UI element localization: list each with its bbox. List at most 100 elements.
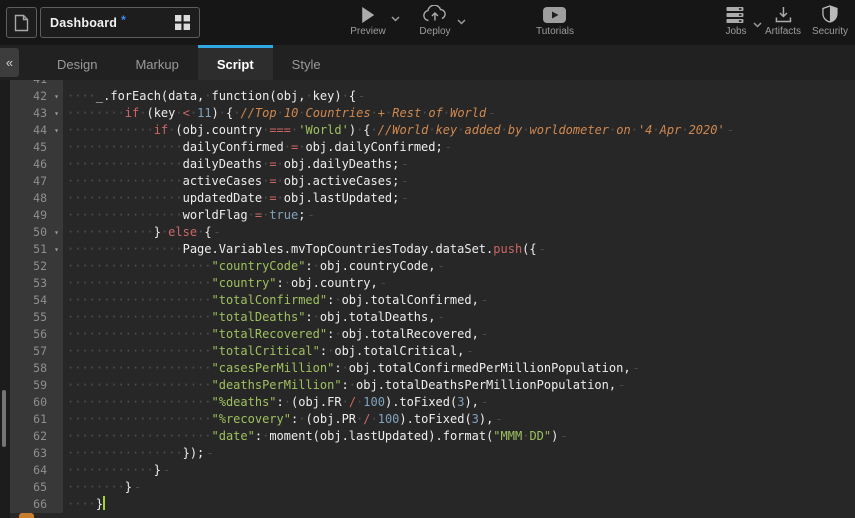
- code-text[interactable]: ········}-: [63, 479, 141, 496]
- code-text[interactable]: ····················"deathsPerMillion":·…: [63, 377, 625, 394]
- code-text[interactable]: ····················"country":·obj.count…: [63, 275, 387, 292]
- fold-arrow-icon[interactable]: ▾: [50, 224, 63, 241]
- gutter-cell[interactable]: 49: [10, 207, 63, 224]
- code-text[interactable]: ················worldFlag·=·true;-: [63, 207, 315, 224]
- deploy-button[interactable]: Deploy: [419, 4, 450, 37]
- code-text[interactable]: ····················"date":·moment(obj.l…: [63, 428, 568, 445]
- code-line[interactable]: 56····················"totalRecovered":·…: [10, 326, 855, 343]
- code-lines[interactable]: 41-42▾····_.forEach(data,·function(obj,·…: [10, 80, 855, 513]
- gutter-cell[interactable]: 44▾: [10, 122, 63, 139]
- tab-style[interactable]: Style: [273, 45, 340, 80]
- jobs-chevron-icon[interactable]: [753, 22, 762, 28]
- code-text[interactable]: ················});-: [63, 445, 214, 462]
- code-line[interactable]: 53····················"country":·obj.cou…: [10, 275, 855, 292]
- code-line[interactable]: 58····················"casesPerMillion":…: [10, 360, 855, 377]
- code-text[interactable]: ············}-: [63, 462, 170, 479]
- fold-arrow-icon[interactable]: ▾: [50, 88, 63, 105]
- gutter-cell[interactable]: 60: [10, 394, 63, 411]
- code-line[interactable]: 50▾············}·else·{-: [10, 224, 855, 241]
- fold-arrow-icon[interactable]: ▾: [50, 241, 63, 258]
- tab-script[interactable]: Script: [198, 45, 273, 80]
- gutter-cell[interactable]: 45: [10, 139, 63, 156]
- gutter-cell[interactable]: 42▾: [10, 88, 63, 105]
- code-line[interactable]: 46················dailyDeaths·=·obj.dail…: [10, 156, 855, 173]
- code-line[interactable]: 60····················"%deaths":·(obj.FR…: [10, 394, 855, 411]
- code-text[interactable]: ····}: [63, 496, 105, 513]
- code-text[interactable]: ····················"casesPerMillion":·o…: [63, 360, 640, 377]
- code-text[interactable]: ····················"totalRecovered":·ob…: [63, 326, 488, 343]
- gutter-cell[interactable]: 64: [10, 462, 63, 479]
- code-text[interactable]: ····_.forEach(data,·function(obj,·key)·{…: [63, 88, 365, 105]
- code-line[interactable]: 59····················"deathsPerMillion"…: [10, 377, 855, 394]
- gutter-cell[interactable]: 53: [10, 275, 63, 292]
- tab-markup[interactable]: Markup: [116, 45, 197, 80]
- code-line[interactable]: 61····················"%recovery":·(obj.…: [10, 411, 855, 428]
- code-line[interactable]: 63················});-: [10, 445, 855, 462]
- code-text[interactable]: ····················"countryCode":·obj.c…: [63, 258, 445, 275]
- code-line[interactable]: 62····················"date":·moment(obj…: [10, 428, 855, 445]
- gutter-cell[interactable]: 47: [10, 173, 63, 190]
- code-line[interactable]: 48················updatedDate·=·obj.last…: [10, 190, 855, 207]
- code-text[interactable]: ········if·(key·<·11)·{·//Top·10·Countri…: [63, 105, 495, 122]
- preview-chevron-icon[interactable]: [391, 16, 400, 22]
- gutter-cell[interactable]: 61: [10, 411, 63, 428]
- artifacts-button[interactable]: Artifacts: [765, 4, 801, 37]
- code-text[interactable]: ················Page.Variables.mvTopCoun…: [63, 241, 546, 258]
- tutorials-button[interactable]: Tutorials: [536, 4, 574, 37]
- left-scrollbar-handle[interactable]: [2, 390, 6, 447]
- tab-design[interactable]: Design: [38, 45, 116, 80]
- page-dropdown[interactable]: Dashboard *: [40, 7, 200, 38]
- code-line[interactable]: 65········}-: [10, 479, 855, 496]
- code-text[interactable]: -: [63, 80, 76, 88]
- gutter-cell[interactable]: 55: [10, 309, 63, 326]
- preview-button[interactable]: Preview: [350, 4, 386, 37]
- page-button[interactable]: [6, 7, 37, 38]
- code-line[interactable]: 64············}-: [10, 462, 855, 479]
- code-line[interactable]: 49················worldFlag·=·true;-: [10, 207, 855, 224]
- code-line[interactable]: 51▾················Page.Variables.mvTopC…: [10, 241, 855, 258]
- fold-arrow-icon[interactable]: ▾: [50, 122, 63, 139]
- pages-grid-icon[interactable]: [175, 15, 190, 30]
- code-text[interactable]: ····················"%deaths":·(obj.FR·/…: [63, 394, 488, 411]
- gutter-cell[interactable]: 52: [10, 258, 63, 275]
- security-button[interactable]: Security: [812, 4, 848, 37]
- code-line[interactable]: 47················activeCases·=·obj.acti…: [10, 173, 855, 190]
- code-line[interactable]: 57····················"totalCritical":·o…: [10, 343, 855, 360]
- fold-arrow-icon[interactable]: ▾: [50, 105, 63, 122]
- deploy-chevron-icon[interactable]: [457, 19, 466, 25]
- code-line[interactable]: 43▾········if·(key·<·11)·{·//Top·10·Coun…: [10, 105, 855, 122]
- code-text[interactable]: ····················"totalCritical":·obj…: [63, 343, 474, 360]
- gutter-cell[interactable]: 56: [10, 326, 63, 343]
- code-text[interactable]: ····················"%recovery":·(obj.PR…: [63, 411, 503, 428]
- collapse-panel-button[interactable]: «: [0, 48, 19, 77]
- gutter-cell[interactable]: 50▾: [10, 224, 63, 241]
- code-text[interactable]: ····················"totalDeaths":·obj.t…: [63, 309, 445, 326]
- code-text[interactable]: ················dailyDeaths·=·obj.dailyD…: [63, 156, 409, 173]
- code-text[interactable]: ················activeCases·=·obj.active…: [63, 173, 409, 190]
- code-line[interactable]: 44▾············if·(obj.country·===·'Worl…: [10, 122, 855, 139]
- code-text[interactable]: ················updatedDate·=·obj.lastUp…: [63, 190, 409, 207]
- code-line[interactable]: 52····················"countryCode":·obj…: [10, 258, 855, 275]
- code-line[interactable]: 54····················"totalConfirmed":·…: [10, 292, 855, 309]
- jobs-button[interactable]: Jobs: [725, 4, 746, 37]
- gutter-cell[interactable]: 51▾: [10, 241, 63, 258]
- gutter-cell[interactable]: 57: [10, 343, 63, 360]
- code-line[interactable]: 42▾····_.forEach(data,·function(obj,·key…: [10, 88, 855, 105]
- code-line[interactable]: 66····}: [10, 496, 855, 513]
- gutter-cell[interactable]: 43▾: [10, 105, 63, 122]
- code-line[interactable]: 45················dailyConfirmed·=·obj.d…: [10, 139, 855, 156]
- code-text[interactable]: ····················"totalConfirmed":·ob…: [63, 292, 488, 309]
- gutter-cell[interactable]: 46: [10, 156, 63, 173]
- gutter-cell[interactable]: 41: [10, 80, 63, 88]
- code-line[interactable]: 41-: [10, 80, 855, 88]
- code-line[interactable]: 55····················"totalDeaths":·obj…: [10, 309, 855, 326]
- code-text[interactable]: ············if·(obj.country·===·'World')…: [63, 122, 734, 139]
- code-text[interactable]: ············}·else·{-: [63, 224, 221, 241]
- gutter-cell[interactable]: 63: [10, 445, 63, 462]
- gutter-cell[interactable]: 66: [10, 496, 63, 513]
- gutter-cell[interactable]: 48: [10, 190, 63, 207]
- gutter-cell[interactable]: 54: [10, 292, 63, 309]
- gutter-cell[interactable]: 58: [10, 360, 63, 377]
- gutter-cell[interactable]: 59: [10, 377, 63, 394]
- code-editor[interactable]: 41-42▾····_.forEach(data,·function(obj,·…: [0, 80, 855, 518]
